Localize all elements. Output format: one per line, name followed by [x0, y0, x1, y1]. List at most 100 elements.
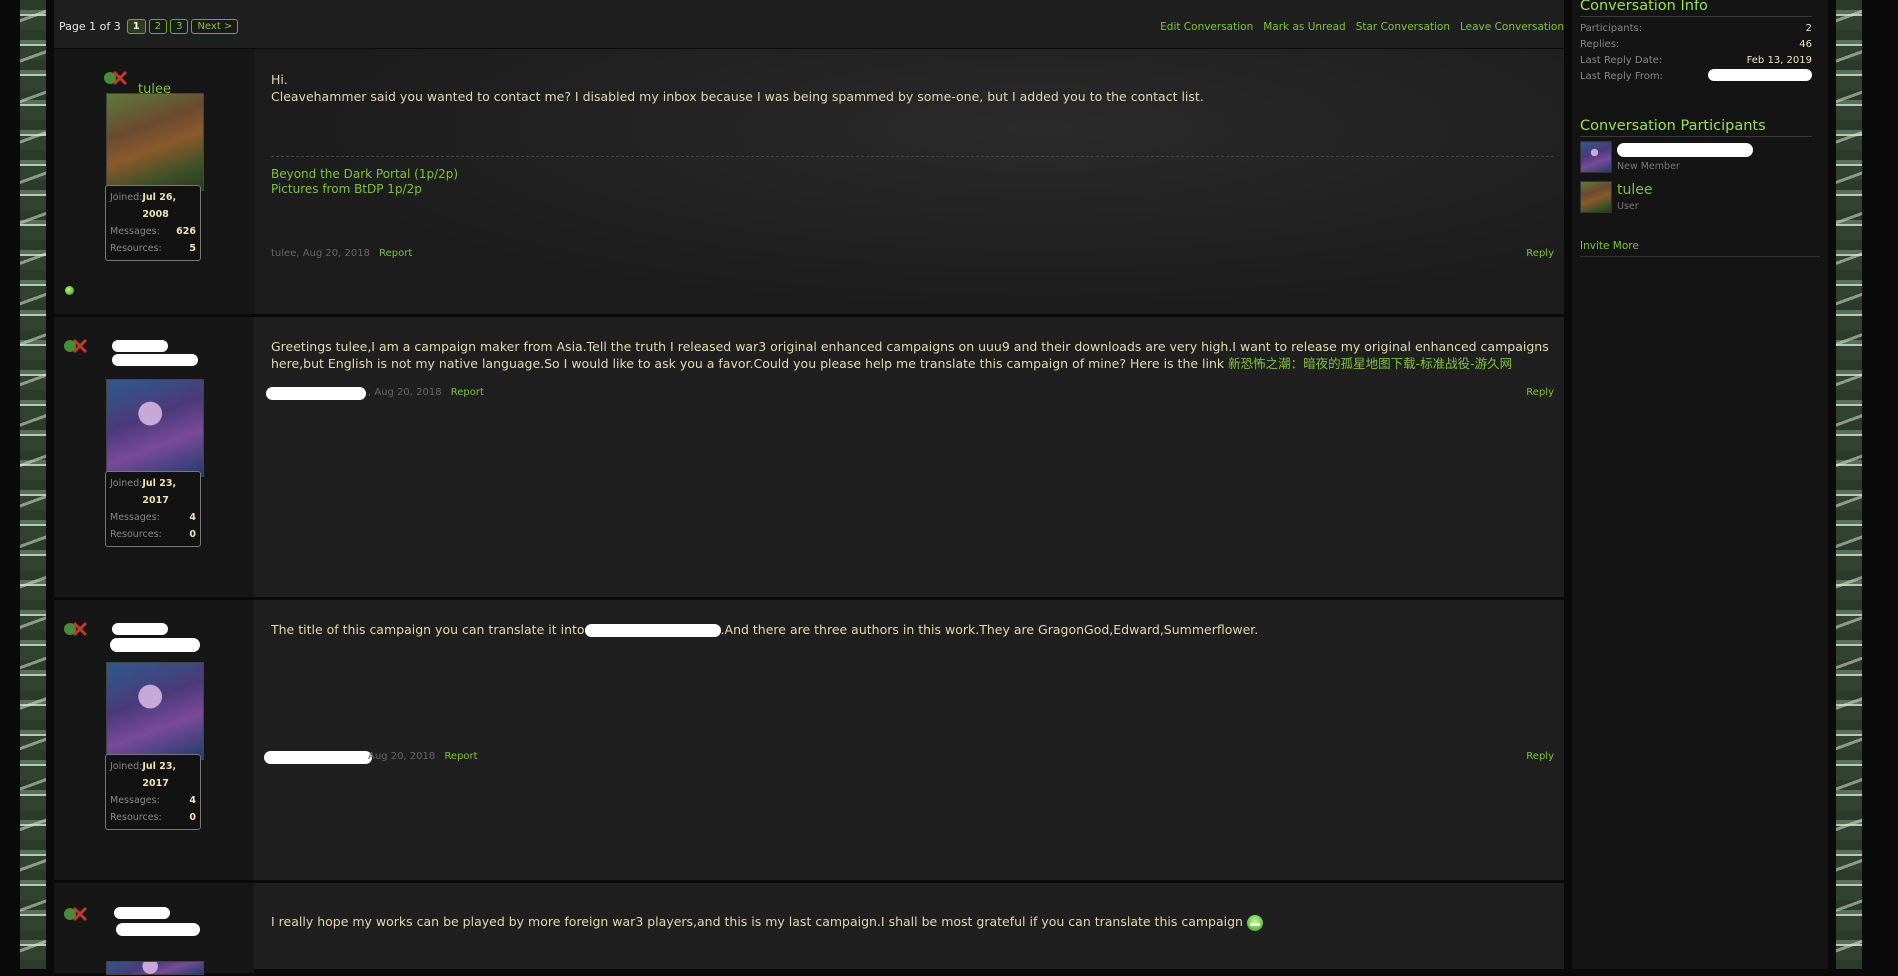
rank-icon [62, 337, 88, 355]
conversation-info-panel: Conversation Info Participants: 2 Replies… [1580, 0, 1812, 85]
messages-value: 4 [189, 795, 196, 806]
invite-more-link[interactable]: Invite More [1580, 240, 1820, 257]
reply-link[interactable]: Reply [1526, 387, 1554, 398]
joined-label: Joined: [110, 478, 143, 489]
message-body: Hi. Cleavehammer said you wanted to cont… [254, 49, 1564, 314]
message-text: I really hope my works can be played by … [271, 913, 1554, 931]
mark-unread-link[interactable]: Mark as Unread [1263, 21, 1345, 33]
participants-title: Conversation Participants [1580, 118, 1812, 137]
campaign-link[interactable]: 新恐怖之潮：暗夜的孤星地图下载-标准战役-游久网 [1228, 356, 1512, 371]
pagination: Page 1 of 3 1 2 3 Next > [59, 19, 239, 34]
avatar[interactable] [106, 379, 204, 477]
messages-value: 626 [176, 226, 196, 237]
rank-icon [62, 620, 88, 638]
resources-label: Resources: [110, 812, 162, 823]
report-link[interactable]: Report [451, 387, 484, 398]
message-line: .And there are three authors in this wor… [720, 622, 1259, 637]
reply-link[interactable]: Reply [1526, 248, 1554, 259]
participant-avatar[interactable] [1580, 181, 1612, 213]
conversation-toolbar: Page 1 of 3 1 2 3 Next > Edit Conversati… [54, 0, 1564, 49]
star-conversation-link[interactable]: Star Conversation [1356, 21, 1450, 33]
right-border-decoration [1836, 0, 1862, 969]
redacted-participant-name [1617, 143, 1753, 157]
message: I really hope my works can be played by … [54, 883, 1564, 976]
message-author-panel: Joined: Jul 23, 2017 Messages: 4 Resources… [54, 600, 254, 880]
avatar[interactable] [106, 961, 204, 975]
replies-label: Replies: [1580, 39, 1620, 50]
participant-item[interactable]: tulee User [1580, 177, 1812, 217]
redacted-username [112, 340, 168, 352]
message-author-panel: tulee Joined: Jul 26, 2008 Messages: 626 R… [54, 49, 254, 314]
message-meta: Aug 20, 2018 Report [368, 751, 478, 762]
joined-label: Joined: [110, 761, 143, 772]
message-meta: tulee, Aug 20, 2018 Report [271, 248, 412, 259]
last-reply-date-value: Feb 13, 2019 [1746, 55, 1812, 66]
messages-label: Messages: [110, 795, 160, 806]
message-date: , Aug 20, 2018 [368, 387, 442, 398]
conversation-info-title: Conversation Info [1580, 0, 1812, 17]
next-page-button[interactable]: Next > [191, 19, 239, 34]
joined-value: Jul 26, 2008 [142, 192, 177, 220]
participant-avatar[interactable] [1580, 141, 1612, 173]
participant-title: New Member [1617, 161, 1680, 172]
rank-icon [102, 69, 128, 87]
messages-value: 4 [189, 512, 196, 523]
resources-label: Resources: [110, 529, 162, 540]
message-line: Hi. [271, 72, 288, 87]
messages-label: Messages: [110, 512, 160, 523]
participant-name[interactable]: tulee [1617, 182, 1652, 198]
message-line: The title of this campaign you can trans… [271, 622, 585, 637]
resources-value: 0 [189, 529, 196, 540]
joined-value: Jul 23, 2017 [142, 478, 177, 506]
page-2-button[interactable]: 2 [148, 19, 168, 34]
resources-value: 5 [189, 243, 196, 254]
edit-conversation-link[interactable]: Edit Conversation [1160, 21, 1253, 33]
resources-value: 0 [189, 812, 196, 823]
joined-value: Jul 23, 2017 [142, 761, 177, 789]
redacted-user-title [110, 638, 200, 652]
avatar[interactable] [106, 93, 204, 191]
user-stats: Joined: Jul 23, 2017 Messages: 4 Resources… [105, 471, 201, 547]
page-1-button[interactable]: 1 [126, 19, 146, 34]
message-text: Greetings tulee,I am a campaign maker fr… [271, 338, 1554, 372]
participants-panel: Conversation Participants New Member tul… [1580, 118, 1812, 217]
participant-title: User [1617, 201, 1639, 212]
sidebar: Conversation Info Participants: 2 Replies… [1572, 0, 1828, 969]
online-status-icon [65, 286, 74, 295]
message-meta: , Aug 20, 2018 Report [368, 387, 484, 398]
participants-label: Participants: [1580, 23, 1643, 34]
message-line: Cleavehammer said you wanted to contact … [271, 89, 1204, 104]
leave-conversation-link[interactable]: Leave Conversation [1460, 21, 1564, 33]
redacted-user-title [116, 923, 200, 936]
avatar[interactable] [106, 662, 204, 760]
reply-link[interactable]: Reply [1526, 751, 1554, 762]
message: Joined: Jul 23, 2017 Messages: 4 Resources… [54, 600, 1564, 883]
redacted-username [264, 751, 372, 764]
message-text: The title of this campaign you can trans… [271, 621, 1554, 638]
grin-emoji-icon [1246, 914, 1263, 931]
last-reply-date-label: Last Reply Date: [1580, 55, 1663, 66]
redacted-campaign-title [584, 624, 721, 637]
redacted-user-title [112, 354, 198, 366]
message-body: The title of this campaign you can trans… [254, 600, 1564, 880]
rank-icon [62, 905, 88, 923]
redacted-last-reply-user [1708, 69, 1812, 81]
conversation-actions: Edit Conversation Mark as Unread Star Co… [1160, 21, 1564, 33]
report-link[interactable]: Report [444, 751, 477, 762]
redacted-username [112, 623, 168, 635]
conversation-main: Page 1 of 3 1 2 3 Next > Edit Conversati… [54, 0, 1564, 976]
redacted-username [114, 907, 170, 919]
resources-label: Resources: [110, 243, 162, 254]
message-author-panel: Joined: Jul 23, 2017 Messages: 4 Resources… [54, 317, 254, 597]
user-stats: Joined: Jul 26, 2008 Messages: 626 Resourc… [105, 185, 201, 261]
report-link[interactable]: Report [379, 248, 412, 259]
page-3-button[interactable]: 3 [170, 19, 189, 34]
participant-item[interactable]: New Member [1580, 137, 1812, 177]
message-author-panel [54, 883, 254, 975]
signature-link[interactable]: Beyond the Dark Portal (1p/2p) [271, 167, 1554, 182]
messages-label: Messages: [110, 226, 160, 237]
message-date: Aug 20, 2018 [368, 751, 436, 762]
signature-link[interactable]: Pictures from BtDP 1p/2p [271, 182, 1554, 197]
page-indicator: Page 1 of 3 [59, 20, 121, 33]
last-reply-from-label: Last Reply From: [1580, 71, 1664, 82]
